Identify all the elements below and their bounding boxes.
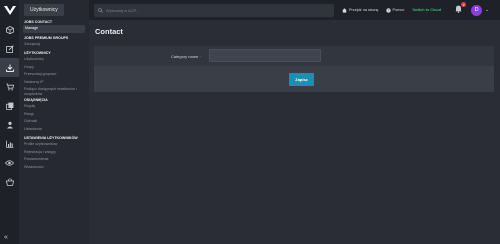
download-icon[interactable] <box>0 58 19 77</box>
form-actions: Zapisz <box>94 66 494 92</box>
sidebar: Użytkownicy JOBS CONTACT Manage JOBS PRE… <box>19 0 89 244</box>
sidebar-item-odznaki[interactable]: Odznaki <box>19 118 89 126</box>
search-input[interactable]: Wyszukaj w ACP... <box>94 3 334 17</box>
sidebar-item-uzytkownicy[interactable]: Użytkownicy <box>19 56 89 64</box>
sidebar-item-grupy[interactable]: Grupy <box>19 64 89 72</box>
home-icon <box>342 7 347 13</box>
search-placeholder: Wyszukaj w ACP... <box>106 7 140 13</box>
view-site-link[interactable]: Przejdź na stronę <box>342 7 379 13</box>
sidebar-header: Użytkownicy <box>19 0 89 20</box>
search-icon <box>98 7 103 13</box>
help-link[interactable]: ? Pomoc <box>385 7 405 13</box>
edit-icon[interactable] <box>0 39 19 58</box>
sidebar-item-manage[interactable]: Manage <box>23 25 85 33</box>
top-bar: Wyszukaj w ACP... Przejdź na stronę ? Po… <box>89 0 500 20</box>
main-content: Contact Category name * Zapisz <box>89 20 500 244</box>
svg-text:?: ? <box>387 8 389 12</box>
sidebar-item-profile[interactable]: Profile użytkowników <box>19 141 89 149</box>
page-title: Contact <box>95 27 123 36</box>
sidebar-item-nadzorcy-ip[interactable]: Nadzorcy IP <box>19 79 89 87</box>
sidebar-title[interactable]: Użytkownicy <box>24 4 64 16</box>
form-row-category-name: Category name * <box>94 46 494 66</box>
sidebar-item-wiadomosci[interactable]: Wiadomości <box>19 164 89 172</box>
view-site-label: Przejdź na stronę <box>349 8 379 12</box>
avatar[interactable]: D <box>471 4 483 16</box>
sidebar-item-rangi[interactable]: Rangi <box>19 111 89 119</box>
required-mark: * <box>199 53 201 59</box>
help-icon: ? <box>385 7 391 13</box>
eye-icon[interactable] <box>0 153 19 172</box>
notification-badge: 3 <box>461 2 467 7</box>
sidebar-item-podlacz[interactable]: Podłącz dostępnych redaktorów i urzędnik… <box>19 86 89 96</box>
logo-icon[interactable] <box>0 0 19 20</box>
chart-icon[interactable] <box>0 134 19 153</box>
cart-icon[interactable] <box>0 77 19 96</box>
people-icon[interactable] <box>0 115 19 134</box>
help-label: Pomoc <box>392 8 405 12</box>
save-button[interactable]: Zapisz <box>289 72 314 86</box>
category-name-label: Category name * <box>170 53 201 59</box>
category-name-input[interactable] <box>209 49 321 62</box>
chevron-down-icon[interactable]: ⌄ <box>485 7 489 13</box>
basket-icon[interactable] <box>0 172 19 191</box>
copy-icon[interactable] <box>0 96 19 115</box>
sidebar-item-rejestracja[interactable]: Rejestracja i wstępy <box>19 149 89 157</box>
collapse-sidebar-icon[interactable]: « <box>4 234 8 241</box>
sidebar-item-ustawienia[interactable]: Ustawienia <box>19 126 89 134</box>
notifications-button[interactable]: 3 <box>455 2 467 15</box>
acp-window: « Użytkownicy JOBS CONTACT Manage JOBS P… <box>0 0 500 244</box>
cube-icon[interactable] <box>0 20 19 39</box>
switch-to-cloud-link[interactable]: Switch to Cloud <box>412 8 441 12</box>
icon-rail: « <box>0 0 19 244</box>
sidebar-item-powiadomienia[interactable]: Powiadomienia <box>19 156 89 164</box>
sidebar-item-zarzadzaj[interactable]: Zarządzaj <box>19 41 89 49</box>
sidebar-item-przeszukaj-grupowo[interactable]: Przeszukaj grupowo <box>19 71 89 79</box>
sidebar-item-reguly[interactable]: Reguły <box>19 103 89 111</box>
